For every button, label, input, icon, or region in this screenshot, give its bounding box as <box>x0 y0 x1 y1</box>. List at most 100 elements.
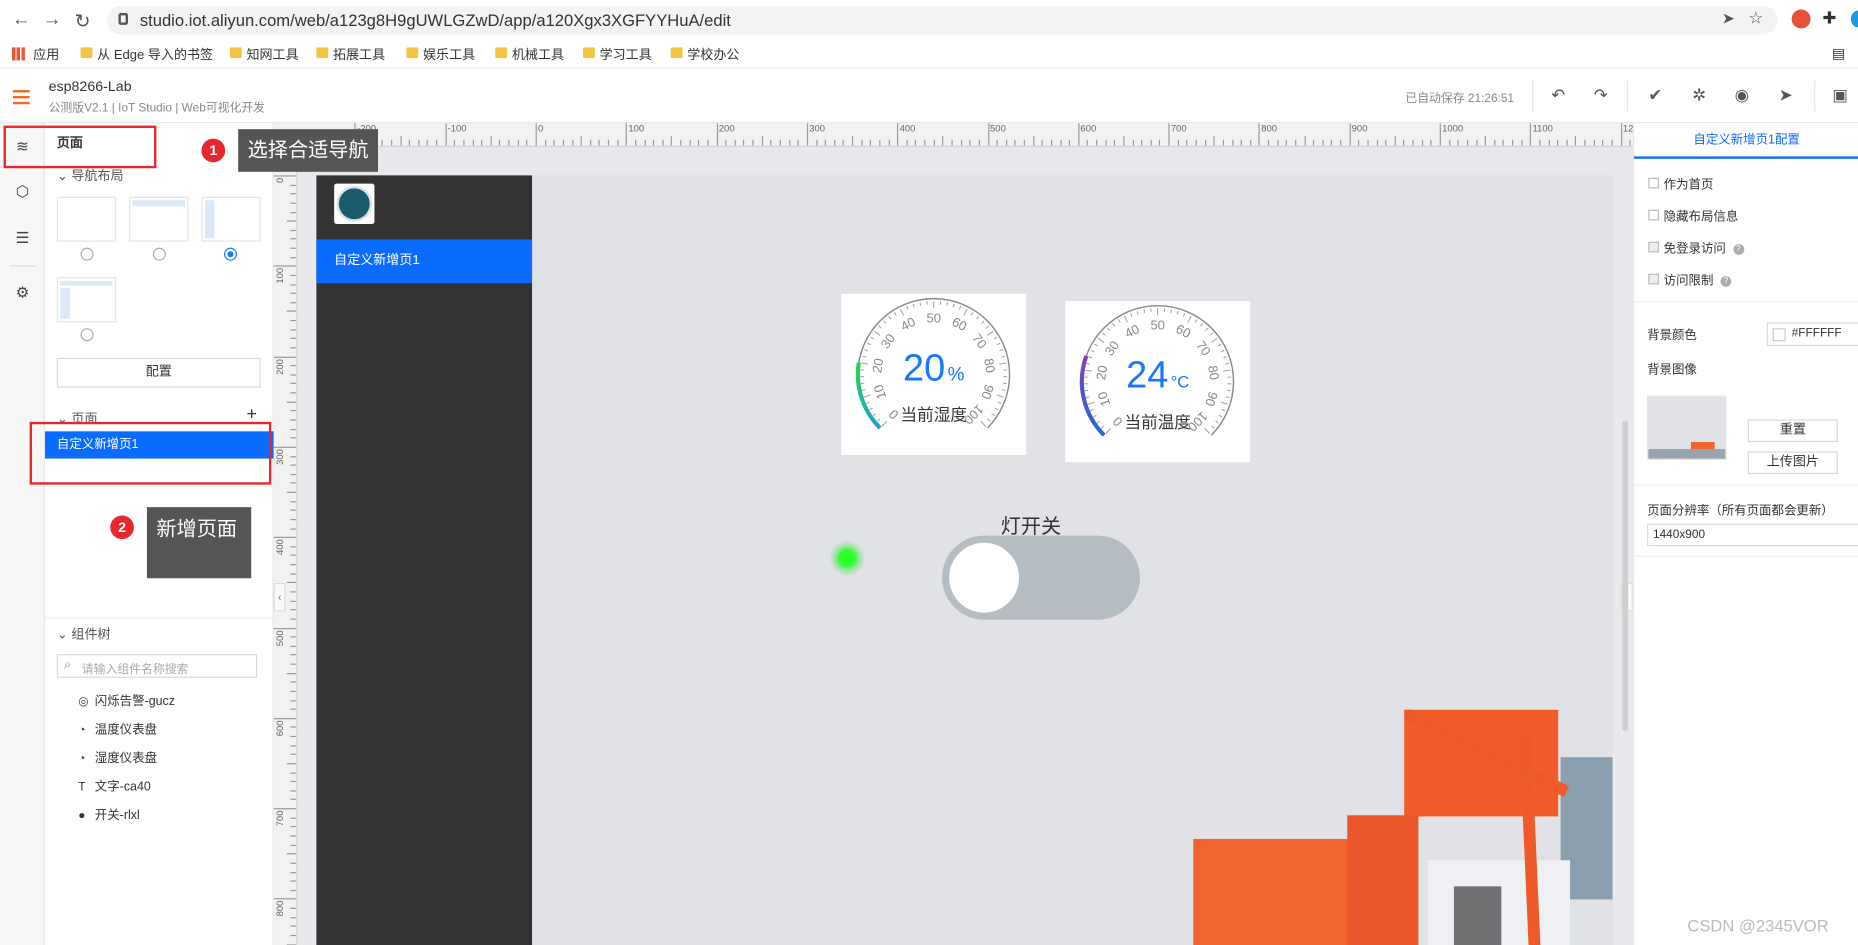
layout-radio-selected[interactable] <box>223 247 237 261</box>
ruler-tick <box>1403 139 1405 146</box>
tree-item[interactable]: ● 开关-rlxl <box>78 806 140 824</box>
back-icon[interactable]: ← <box>12 9 31 30</box>
switch-knob[interactable] <box>949 542 1020 613</box>
ruler-tick <box>290 527 297 530</box>
ruler-tick <box>286 582 297 584</box>
annotation-callout: 新增页面 <box>146 507 252 579</box>
ruler-tick <box>472 139 474 146</box>
preview-nav-item-selected[interactable]: 自定义新增页1 <box>316 239 533 284</box>
component-tree-section[interactable]: ⌄ 组件树 <box>57 624 111 643</box>
layout-option-side-top[interactable] <box>56 277 117 323</box>
layout-option-left[interactable] <box>201 196 261 242</box>
gauge-tick-label: 50 <box>1150 317 1164 332</box>
resolution-input[interactable]: 1440x900 <box>1647 523 1858 547</box>
color-swatch[interactable] <box>1772 328 1786 342</box>
reading-list-icon[interactable]: ▤ <box>1832 45 1845 62</box>
bookmark-folder[interactable]: 学习工具 <box>582 45 652 64</box>
ruler-tick <box>290 744 297 747</box>
help-icon[interactable]: ? <box>1732 243 1744 255</box>
reload-icon[interactable]: ↻ <box>75 9 91 33</box>
star-icon[interactable]: ☆ <box>1748 8 1763 28</box>
help-icon[interactable]: ? <box>1720 275 1732 287</box>
ruler-tick <box>987 123 989 146</box>
nav-layout-section[interactable]: ⌄ 导航布局 <box>57 166 124 185</box>
extension-icon[interactable] <box>1791 9 1811 29</box>
preview-eye-icon[interactable]: ◉ <box>1732 85 1751 104</box>
bookmark-folder[interactable]: 从 Edge 导入的书签 <box>80 45 213 64</box>
bookmark-apps[interactable]: 应用 <box>11 45 60 64</box>
ruler-tick <box>1141 139 1143 146</box>
config-button[interactable]: 配置 <box>56 357 261 388</box>
ruler-tick <box>290 555 297 557</box>
search-placeholder: 请输入组件名称搜索 <box>81 663 189 677</box>
light-switch[interactable] <box>942 535 1140 620</box>
ruler-tick <box>290 247 297 249</box>
address-bar[interactable]: studio.iot.aliyun.com/web/a123g8H9gUWLGZ… <box>106 5 1778 35</box>
layout-option-none[interactable] <box>56 196 117 242</box>
puzzle-icon[interactable]: ✚ <box>1822 8 1836 28</box>
checkbox-no-login[interactable] <box>1648 241 1659 253</box>
profile-icon[interactable] <box>1850 10 1858 28</box>
upload-image-button[interactable]: 上传图片 <box>1747 451 1838 474</box>
ruler-tick <box>1584 139 1586 146</box>
bookmark-folder[interactable]: 知网工具 <box>229 45 299 64</box>
layout-bar <box>60 280 113 286</box>
ruler-tick <box>1159 139 1161 146</box>
ruler-label: 1100 <box>1532 123 1553 134</box>
bookmark-folder[interactable]: 学校办公 <box>670 45 739 64</box>
ruler-tick <box>1421 139 1423 146</box>
tree-item[interactable]: ◔ 温度仪表盘 <box>78 720 157 738</box>
document-icon[interactable]: ▣ <box>1831 85 1850 104</box>
ruler-tick <box>273 265 297 267</box>
gauge-tick-label: 60 <box>1174 321 1194 341</box>
gauge-tick <box>878 325 882 329</box>
tree-item[interactable]: ◎ 闪烁告警-gucz <box>78 692 175 710</box>
checkbox-access-limit[interactable] <box>1648 273 1659 285</box>
send-icon[interactable]: ➤ <box>1722 9 1735 28</box>
publish-icon[interactable]: ➤ <box>1776 85 1795 104</box>
bookmark-folder[interactable]: 拓展工具 <box>316 45 385 64</box>
forward-icon[interactable]: → <box>43 9 62 30</box>
bookmark-folder[interactable]: 娱乐工具 <box>406 45 475 64</box>
redo-icon[interactable]: ↷ <box>1591 85 1610 104</box>
gauge-tick <box>906 305 909 310</box>
menu-icon[interactable] <box>13 90 30 93</box>
checkbox-hide-layout[interactable] <box>1648 209 1659 221</box>
settings-icon[interactable]: ⚙ <box>13 283 32 302</box>
bg-color-input[interactable]: #FFFFFF <box>1766 322 1858 347</box>
tab-page-config[interactable]: 自定义新增页1配置 <box>1634 123 1858 159</box>
gauge-tick <box>883 320 887 324</box>
layout-radio[interactable] <box>80 328 94 342</box>
color-value: #FFFFFF <box>1791 327 1842 341</box>
layout-option-top[interactable] <box>129 196 189 242</box>
collapse-left-icon[interactable]: ‹ <box>273 582 286 612</box>
temperature-gauge[interactable]: 0 10 20 30 40 50 60 70 80 90 100 24 °C 当前温度 <box>1065 300 1251 463</box>
ruler-tick <box>535 123 537 146</box>
component-box-icon[interactable]: ⬡ <box>13 182 32 201</box>
component-search-input[interactable]: ⌕ 请输入组件名称搜索 <box>56 654 258 678</box>
checkbox-home[interactable] <box>1648 177 1659 189</box>
ruler-tick <box>671 136 673 146</box>
bookmark-folder[interactable]: 机械工具 <box>495 45 564 64</box>
layout-radio[interactable] <box>152 247 166 261</box>
check-icon[interactable]: ✔ <box>1646 85 1665 104</box>
bookmark-label: 应用 <box>33 48 60 63</box>
tree-item[interactable]: ◔ 湿度仪表盘 <box>78 749 157 767</box>
humidity-gauge[interactable]: 0 10 20 30 40 50 60 70 80 90 100 20% 当前湿度 <box>841 293 1027 456</box>
bg-image-label: 背景图像 <box>1647 362 1697 377</box>
alarm-indicator[interactable] <box>829 540 866 576</box>
ruler-tick <box>1222 139 1224 146</box>
canvas-scrollbar[interactable] <box>1622 420 1629 732</box>
ruler-tick <box>1313 139 1315 146</box>
layout-radio[interactable] <box>80 247 94 261</box>
ruler-tick <box>290 211 297 213</box>
gauge-tick <box>993 336 998 340</box>
undo-icon[interactable]: ↶ <box>1549 85 1568 104</box>
debug-icon[interactable]: ✲ <box>1690 85 1709 104</box>
bookmarks-bar: 应用 从 Edge 导入的书签 知网工具 拓展工具 娱乐工具 机械工具 学习工具… <box>0 40 1858 69</box>
tree-item[interactable]: T 文字-ca40 <box>78 777 151 795</box>
data-source-icon[interactable]: ☰ <box>13 229 32 248</box>
reset-button[interactable]: 重置 <box>1747 419 1838 442</box>
gauge-tick <box>893 312 897 316</box>
gauge-unit: °C <box>1170 372 1190 392</box>
